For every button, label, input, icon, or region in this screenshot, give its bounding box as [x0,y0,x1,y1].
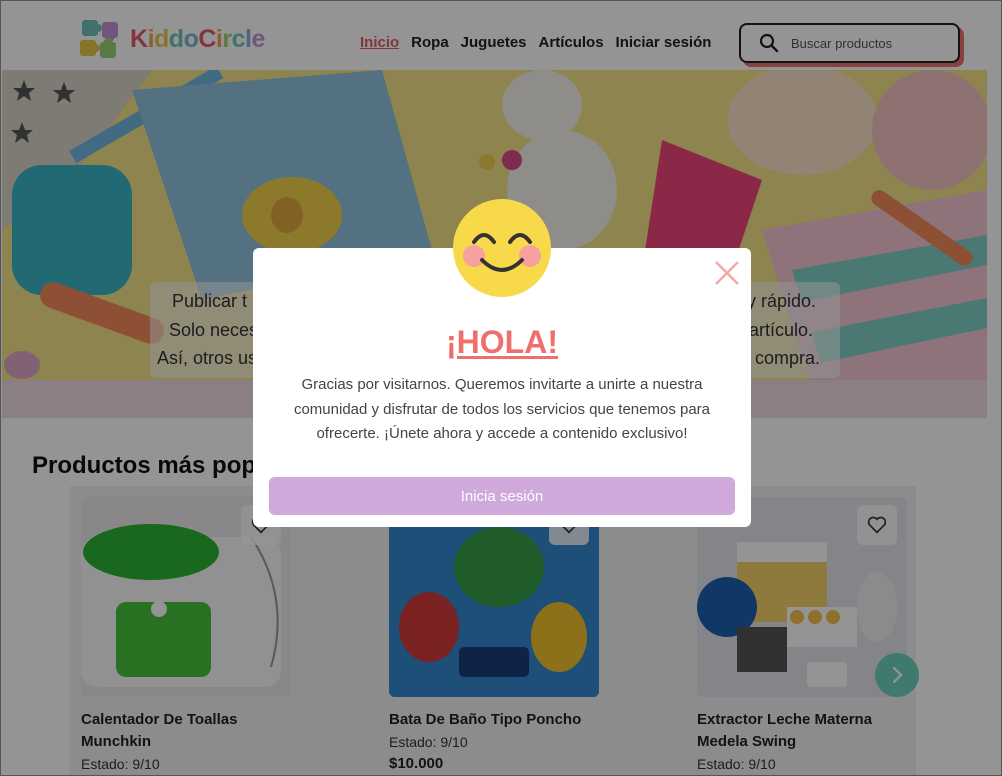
smiley-icon [452,198,552,298]
modal-title: ¡HOLA! [446,324,558,360]
modal-message: Gracias por visitarnos. Queremos invitar… [293,376,711,442]
login-button[interactable]: Inicia sesión [269,477,735,515]
close-icon [715,261,739,285]
close-button[interactable] [713,259,741,287]
